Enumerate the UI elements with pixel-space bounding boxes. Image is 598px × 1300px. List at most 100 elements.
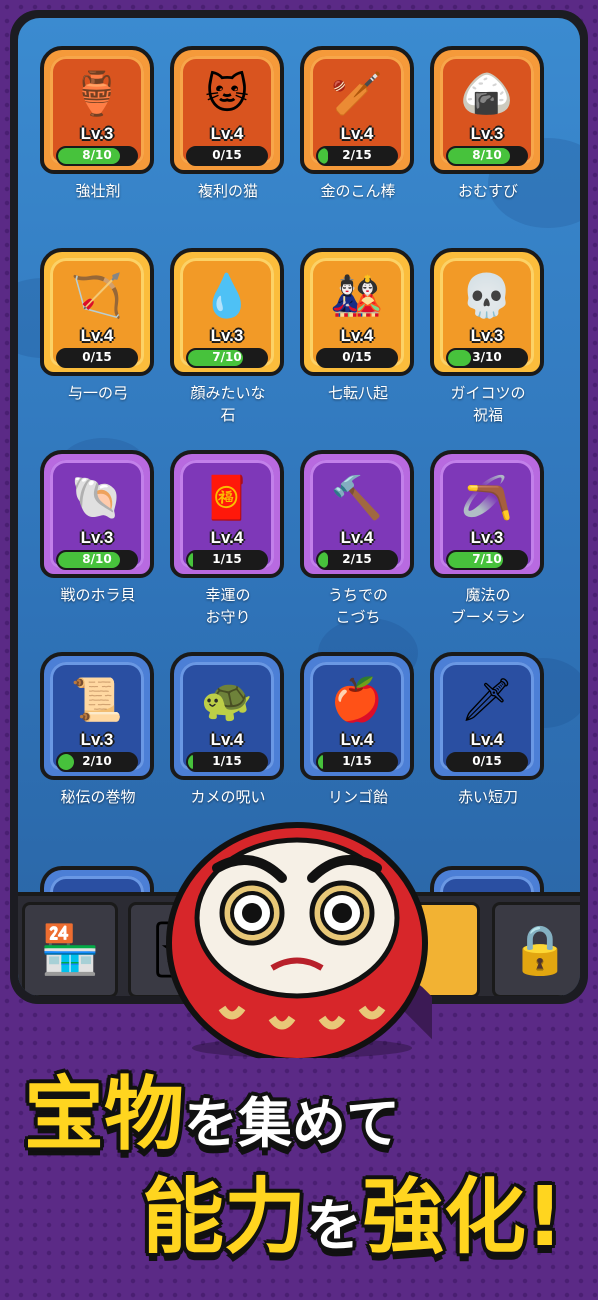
item-progress-bar: 2/10 <box>56 752 138 772</box>
treasure-card-frame: 🔨 Lv.4 2/15 <box>300 450 414 578</box>
item-progress-bar: 8/10 <box>56 550 138 570</box>
treasure-card[interactable]: 🐚 Lv.3 8/10 戦のホラ貝 <box>40 450 156 606</box>
item-progress-text: 8/10 <box>472 148 502 162</box>
treasure-card-frame: 🐢 Lv.4 1/15 <box>170 652 284 780</box>
item-progress-text: 2/10 <box>82 754 112 768</box>
treasure-card-frame: 🏹 Lv.4 0/15 <box>40 248 154 376</box>
rice-ball-icon: 🍙 <box>460 69 514 118</box>
item-progress-text: 0/15 <box>472 754 502 768</box>
treasure-card[interactable]: 🍙 Lv.3 8/10 おむすび <box>430 46 546 202</box>
item-name: リンゴ飴 <box>327 788 388 806</box>
item-progress-text: 1/15 <box>342 754 372 768</box>
item-level: Lv.3 <box>210 326 244 345</box>
treasure-card-frame: 🏏 Lv.4 2/15 <box>300 46 414 174</box>
treasure-card-frame: 📜 Lv.3 2/10 <box>40 652 154 780</box>
item-level: Lv.3 <box>470 326 504 345</box>
item-name: 七転八起 <box>327 384 388 402</box>
item-progress-bar: 1/15 <box>186 752 268 772</box>
item-level: Lv.4 <box>340 730 374 749</box>
treasure-card[interactable]: 💧 Lv.3 7/10 顔みたいな 石 <box>170 248 286 426</box>
conch-shell-icon: 🐚 <box>70 473 124 522</box>
item-name: 赤い短刀 <box>457 788 518 806</box>
item-progress-bar: 8/10 <box>56 146 138 166</box>
treasure-card[interactable]: 🗡 Lv.4 0/15 赤い短刀 <box>430 652 546 808</box>
item-level: Lv.3 <box>80 730 114 749</box>
boomerang-icon: 🪃 <box>460 473 514 522</box>
item-progress-text: 7/10 <box>212 350 242 364</box>
item-progress-text: 0/15 <box>82 350 112 364</box>
item-progress-bar: 8/10 <box>446 146 528 166</box>
item-level: Lv.3 <box>80 124 114 143</box>
treasure-card[interactable]: 🎎 Lv.4 0/15 七転八起 <box>300 248 416 404</box>
item-level: Lv.4 <box>210 730 244 749</box>
treasure-card-frame: 🍙 Lv.3 8/10 <box>430 46 544 174</box>
dagger-icon: 🗡 <box>460 675 514 724</box>
bow-icon: 🏹 <box>70 271 124 320</box>
caption-line-1: 宝物を集めて <box>24 1050 400 1166</box>
tab-shop[interactable]: 🏪 <box>22 902 118 996</box>
medicine-jar-icon: 🏺 <box>70 69 124 118</box>
treasure-card[interactable]: 🧧 Lv.4 1/15 幸運の お守り <box>170 450 286 628</box>
item-progress-bar: 0/15 <box>316 348 398 368</box>
item-name: 魔法の ブーメラン <box>450 586 526 626</box>
treasure-card[interactable]: 🔨 Lv.4 2/15 うちでの こづち <box>300 450 416 628</box>
item-name: 顔みたいな 石 <box>190 384 266 424</box>
item-name: カメの呪い <box>190 788 266 806</box>
item-progress-text: 7/10 <box>472 552 502 566</box>
item-level: Lv.4 <box>210 124 244 143</box>
item-level: Lv.4 <box>340 326 374 345</box>
treasure-card[interactable]: 💀 Lv.3 3/10 ガイコツの 祝福 <box>430 248 546 426</box>
treasure-card[interactable]: 🏹 Lv.4 0/15 与一の弓 <box>40 248 156 404</box>
magic-mallet-icon: 🔨 <box>330 473 384 522</box>
item-level: Lv.3 <box>80 528 114 547</box>
treasure-card-frame: 🎎 Lv.4 0/15 <box>300 248 414 376</box>
item-progress-bar: 7/10 <box>186 348 268 368</box>
item-name: うちでの こづち <box>327 586 388 626</box>
shop-stall-icon: 🏪 <box>40 922 100 978</box>
treasure-card[interactable]: 🪃 Lv.3 7/10 魔法の ブーメラン <box>430 450 546 628</box>
treasure-card[interactable]: 🐱 Lv.4 0/15 複利の猫 <box>170 46 286 202</box>
item-progress-text: 0/15 <box>342 350 372 364</box>
tab-locked[interactable]: 🔒 <box>492 902 580 996</box>
treasure-card[interactable]: 🐢 Lv.4 1/15 カメの呪い <box>170 652 286 808</box>
item-level: Lv.4 <box>210 528 244 547</box>
treasure-card-frame: 🐚 Lv.3 8/10 <box>40 450 154 578</box>
treasure-card[interactable]: 🏏 Lv.4 2/15 金のこん棒 <box>300 46 416 202</box>
item-progress-text: 1/15 <box>212 552 242 566</box>
item-progress-text: 3/10 <box>472 350 502 364</box>
item-progress-bar: 2/15 <box>316 146 398 166</box>
caption-particle: を <box>306 1194 363 1259</box>
item-progress-text: 2/15 <box>342 552 372 566</box>
item-name: 秘伝の巻物 <box>60 788 136 806</box>
lock-icon: 🔒 <box>510 922 570 978</box>
treasure-card[interactable]: 📜 Lv.3 2/10 秘伝の巻物 <box>40 652 156 808</box>
item-name: 金のこん棒 <box>320 182 396 200</box>
treasure-card-frame: 🐱 Lv.4 0/15 <box>170 46 284 174</box>
treasure-card-frame: 🧧 Lv.4 1/15 <box>170 450 284 578</box>
treasure-card-frame: 💀 Lv.3 3/10 <box>430 248 544 376</box>
item-progress-bar: 0/15 <box>446 752 528 772</box>
item-progress-text: 8/10 <box>82 552 112 566</box>
treasure-card[interactable]: 🏺 Lv.3 8/10 強壮剤 <box>40 46 156 202</box>
treasure-card-frame: 🗡 Lv.4 0/15 <box>430 652 544 780</box>
treasure-card-frame: 🏺 Lv.3 8/10 <box>40 46 154 174</box>
skull-icon: 💀 <box>460 271 514 320</box>
item-progress-bar: 0/15 <box>56 348 138 368</box>
item-name: 複利の猫 <box>197 182 258 200</box>
treasure-card[interactable]: 🍎 Lv.4 1/15 リンゴ飴 <box>300 652 416 808</box>
treasure-card-frame: 💧 Lv.3 7/10 <box>170 248 284 376</box>
item-level: Lv.4 <box>470 730 504 749</box>
item-name: 幸運の お守り <box>205 586 251 626</box>
item-progress-text: 2/15 <box>342 148 372 162</box>
item-name: ガイコツの 祝福 <box>450 384 526 424</box>
item-name: おむすび <box>457 182 518 200</box>
item-level: Lv.3 <box>470 124 504 143</box>
golden-club-icon: 🏏 <box>330 69 384 118</box>
caption-word-strengthen: 強化! <box>362 1170 564 1265</box>
treasure-card-frame: 🪃 Lv.3 7/10 <box>430 450 544 578</box>
item-progress-text: 0/15 <box>212 148 242 162</box>
face-stone-icon: 💧 <box>200 271 254 320</box>
item-progress-bar: 2/15 <box>316 550 398 570</box>
candy-apple-icon: 🍎 <box>330 675 384 724</box>
scroll-icon: 📜 <box>70 675 124 724</box>
